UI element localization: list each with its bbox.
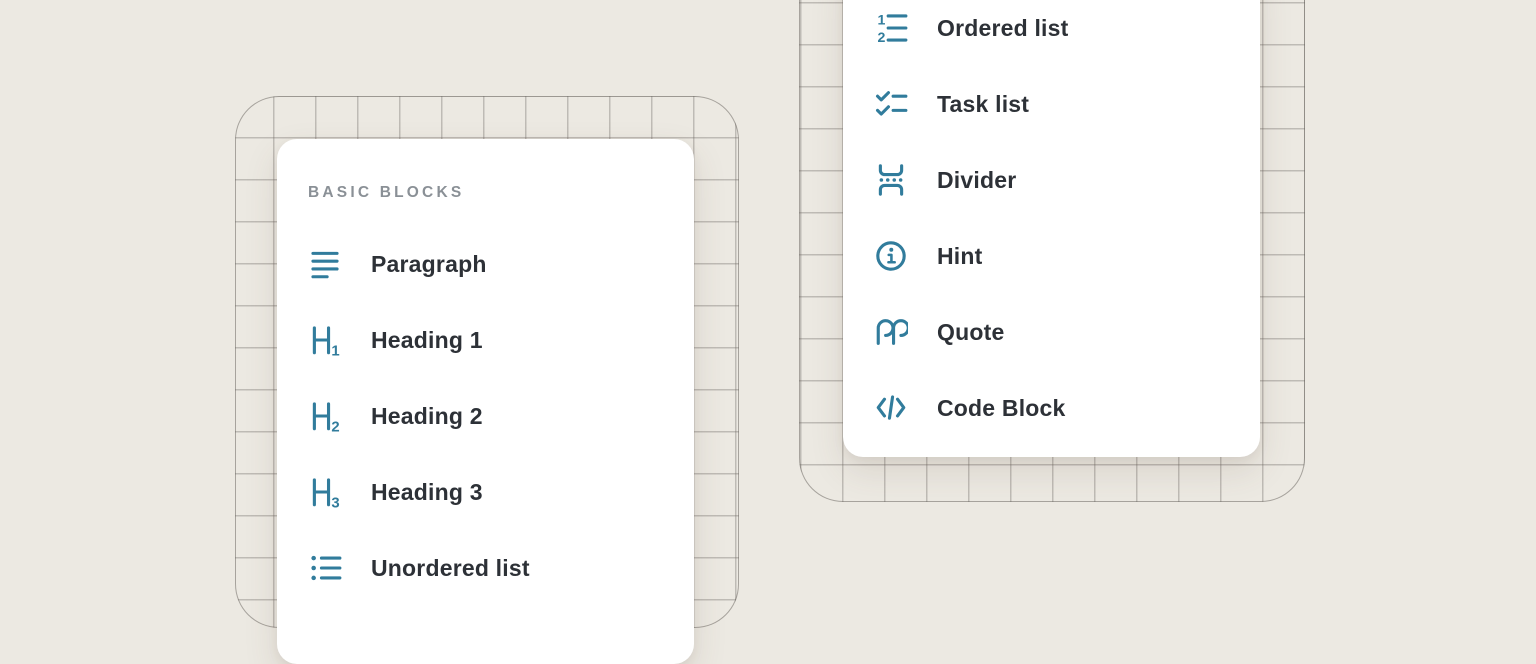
menu-item-heading-3[interactable]: 3 Heading 3 — [308, 454, 694, 530]
heading-2-icon: 2 — [308, 399, 342, 433]
unordered-list-icon — [308, 551, 342, 585]
svg-text:2: 2 — [878, 30, 886, 45]
paragraph-icon — [308, 247, 342, 281]
divider-icon — [874, 163, 908, 197]
menu-item-label: Heading 1 — [371, 327, 483, 354]
menu-item-divider[interactable]: Divider — [874, 142, 1260, 218]
quote-icon — [874, 315, 908, 349]
menu-item-label: Code Block — [937, 395, 1066, 422]
blocks-menu-continued-items: 12Ordered listTask listDividerHintQuoteC… — [874, 0, 1260, 446]
menu-item-label: Ordered list — [937, 15, 1069, 42]
menu-item-label: Task list — [937, 91, 1029, 118]
svg-text:3: 3 — [331, 496, 339, 509]
menu-item-label: Unordered list — [371, 555, 530, 582]
svg-text:2: 2 — [331, 420, 339, 433]
heading-1-icon: 1 — [308, 323, 342, 357]
menu-item-paragraph[interactable]: Paragraph — [308, 226, 694, 302]
menu-item-heading-1[interactable]: 1 Heading 1 — [308, 302, 694, 378]
svg-text:1: 1 — [878, 12, 886, 28]
hint-icon — [874, 239, 908, 273]
editor-illustration: BASIC BLOCKS Paragraph 1 Heading 1 2 Heading… — [0, 0, 1536, 600]
menu-item-label: Quote — [937, 319, 1004, 346]
code-block-icon — [874, 391, 908, 425]
svg-text:1: 1 — [331, 344, 339, 357]
ordered-list-icon: 12 — [874, 11, 908, 45]
task-list-icon — [874, 87, 908, 121]
basic-blocks-menu-items: Paragraph 1 Heading 1 2 Heading 2 3 Heading 3 U… — [308, 226, 694, 606]
menu-item-hint[interactable]: Hint — [874, 218, 1260, 294]
menu-item-label: Paragraph — [371, 251, 487, 278]
heading-3-icon: 3 — [308, 475, 342, 509]
menu-item-ordered-list[interactable]: 12Ordered list — [874, 0, 1260, 66]
menu-item-quote[interactable]: Quote — [874, 294, 1260, 370]
menu-item-label: Heading 3 — [371, 479, 483, 506]
blocks-menu-continued: 12Ordered listTask listDividerHintQuoteC… — [843, 0, 1260, 457]
menu-item-label: Hint — [937, 243, 983, 270]
menu-item-label: Divider — [937, 167, 1016, 194]
menu-item-unordered-list[interactable]: Unordered list — [308, 530, 694, 606]
menu-item-task-list[interactable]: Task list — [874, 66, 1260, 142]
section-label-basic-blocks: BASIC BLOCKS — [308, 183, 694, 203]
menu-item-heading-2[interactable]: 2 Heading 2 — [308, 378, 694, 454]
basic-blocks-menu: BASIC BLOCKS Paragraph 1 Heading 1 2 Heading… — [277, 139, 694, 664]
menu-item-code-block[interactable]: Code Block — [874, 370, 1260, 446]
menu-item-label: Heading 2 — [371, 403, 483, 430]
